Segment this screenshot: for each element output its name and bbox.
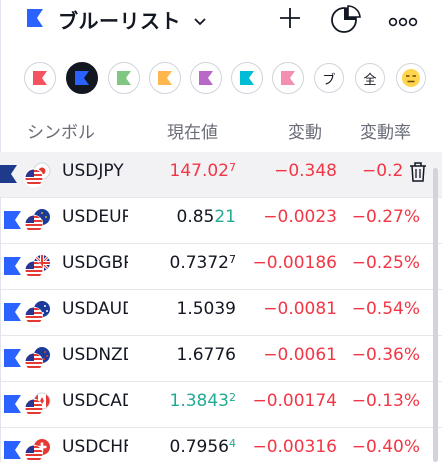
scrollbar[interactable]: [433, 168, 438, 462]
table-row[interactable]: USDAUD 1.5039 −0.0081 −0.54%: [0, 290, 442, 336]
price-value: 1.6776: [176, 345, 236, 365]
symbol-name: USDEUR: [62, 207, 128, 227]
usd-cad-icon: [24, 392, 52, 418]
change-pct-value: −0.24%: [362, 161, 404, 181]
column-header-change-pct[interactable]: 変動率: [360, 118, 411, 143]
symbol-name: USDJPY: [62, 161, 124, 181]
change-pct-value: −0.36%: [351, 345, 420, 365]
watchlist-title[interactable]: ブルーリスト: [58, 5, 181, 34]
usd-aud-icon: [24, 300, 52, 326]
blue-flag-icon[interactable]: [4, 302, 22, 326]
usd-chf-icon: [24, 438, 52, 464]
pie-chart-icon[interactable]: [330, 4, 362, 38]
navy-flag-icon[interactable]: [0, 164, 18, 188]
blue-flag-icon[interactable]: [4, 394, 22, 418]
change-value: −0.0023: [263, 207, 337, 227]
price-value: 0.79564: [169, 437, 236, 457]
table-row[interactable]: USDGBP 0.73727 −0.00186 −0.25%: [0, 244, 442, 290]
table-row[interactable]: USDNZD 1.6776 −0.0061 −0.36%: [0, 336, 442, 382]
column-header-symbol[interactable]: シンボル: [27, 118, 95, 143]
price-value: 0.8521: [176, 207, 237, 227]
blue-flag-icon[interactable]: [4, 210, 22, 234]
change-value: −0.0081: [263, 299, 337, 319]
column-header-price[interactable]: 現在値: [167, 118, 218, 143]
list-filter-bu[interactable]: ブ: [314, 63, 344, 93]
price-value: 1.5039: [176, 299, 236, 319]
change-value: −0.00186: [252, 253, 337, 273]
price-value: 147.027: [169, 161, 236, 181]
symbol-name: USDNZD: [62, 345, 128, 365]
emoji-filter[interactable]: [396, 63, 426, 93]
watchlist-header: ブルーリスト: [0, 0, 442, 40]
usd-gbp-icon: [24, 254, 52, 280]
symbol-name: USDAUD: [62, 299, 128, 319]
flag-filter-bar: ブ 全: [0, 62, 442, 96]
blue-flag-filter[interactable]: [66, 62, 98, 94]
table-row[interactable]: USDEUR 0.8521 −0.0023 −0.27%: [0, 198, 442, 244]
green-flag-filter[interactable]: [108, 62, 140, 94]
change-pct-value: −0.13%: [351, 391, 420, 411]
usd-jpy-icon: [24, 162, 52, 188]
usd-eur-icon: [24, 208, 52, 234]
blue-flag-icon[interactable]: [4, 348, 22, 372]
column-header-change[interactable]: 変動: [288, 118, 322, 143]
change-value: −0.348: [274, 161, 337, 181]
table-row[interactable]: USDCHF 0.79564 −0.00316 −0.40%: [0, 428, 442, 473]
change-value: −0.00174: [252, 391, 337, 411]
table-row[interactable]: USDCAD 1.38432 −0.00174 −0.13%: [0, 382, 442, 428]
list-filter-all[interactable]: 全: [355, 63, 385, 93]
expressionless-face-icon: [402, 69, 420, 87]
blue-flag-icon[interactable]: [4, 440, 22, 464]
table-row[interactable]: USDJPY 147.027 −0.348 −0.24%: [0, 152, 442, 198]
price-value: 1.38432: [169, 391, 236, 411]
change-pct-value: −0.27%: [351, 207, 420, 227]
symbol-name: USDCHF: [62, 437, 128, 457]
change-pct-value: −0.40%: [351, 437, 420, 457]
purple-flag-filter[interactable]: [190, 62, 222, 94]
change-pct-value: −0.54%: [351, 299, 420, 319]
symbol-name: USDCAD: [62, 391, 128, 411]
pink-flag-filter[interactable]: [272, 62, 304, 94]
cyan-flag-filter[interactable]: [231, 62, 263, 94]
red-flag-filter[interactable]: [24, 62, 56, 94]
symbol-name: USDGBP: [62, 253, 128, 273]
price-value: 0.73727: [169, 253, 236, 273]
usd-nzd-icon: [24, 346, 52, 372]
change-value: −0.00316: [252, 437, 337, 457]
chevron-down-icon[interactable]: [193, 12, 207, 31]
change-pct-value: −0.25%: [351, 253, 420, 273]
blue-flag-icon[interactable]: [4, 256, 22, 280]
orange-flag-filter[interactable]: [149, 62, 181, 94]
more-options-icon[interactable]: [388, 12, 418, 31]
trash-icon[interactable]: [408, 161, 428, 187]
blue-flag-icon: [25, 8, 45, 34]
add-symbol-button[interactable]: [278, 6, 302, 34]
change-value: −0.0061: [263, 345, 337, 365]
